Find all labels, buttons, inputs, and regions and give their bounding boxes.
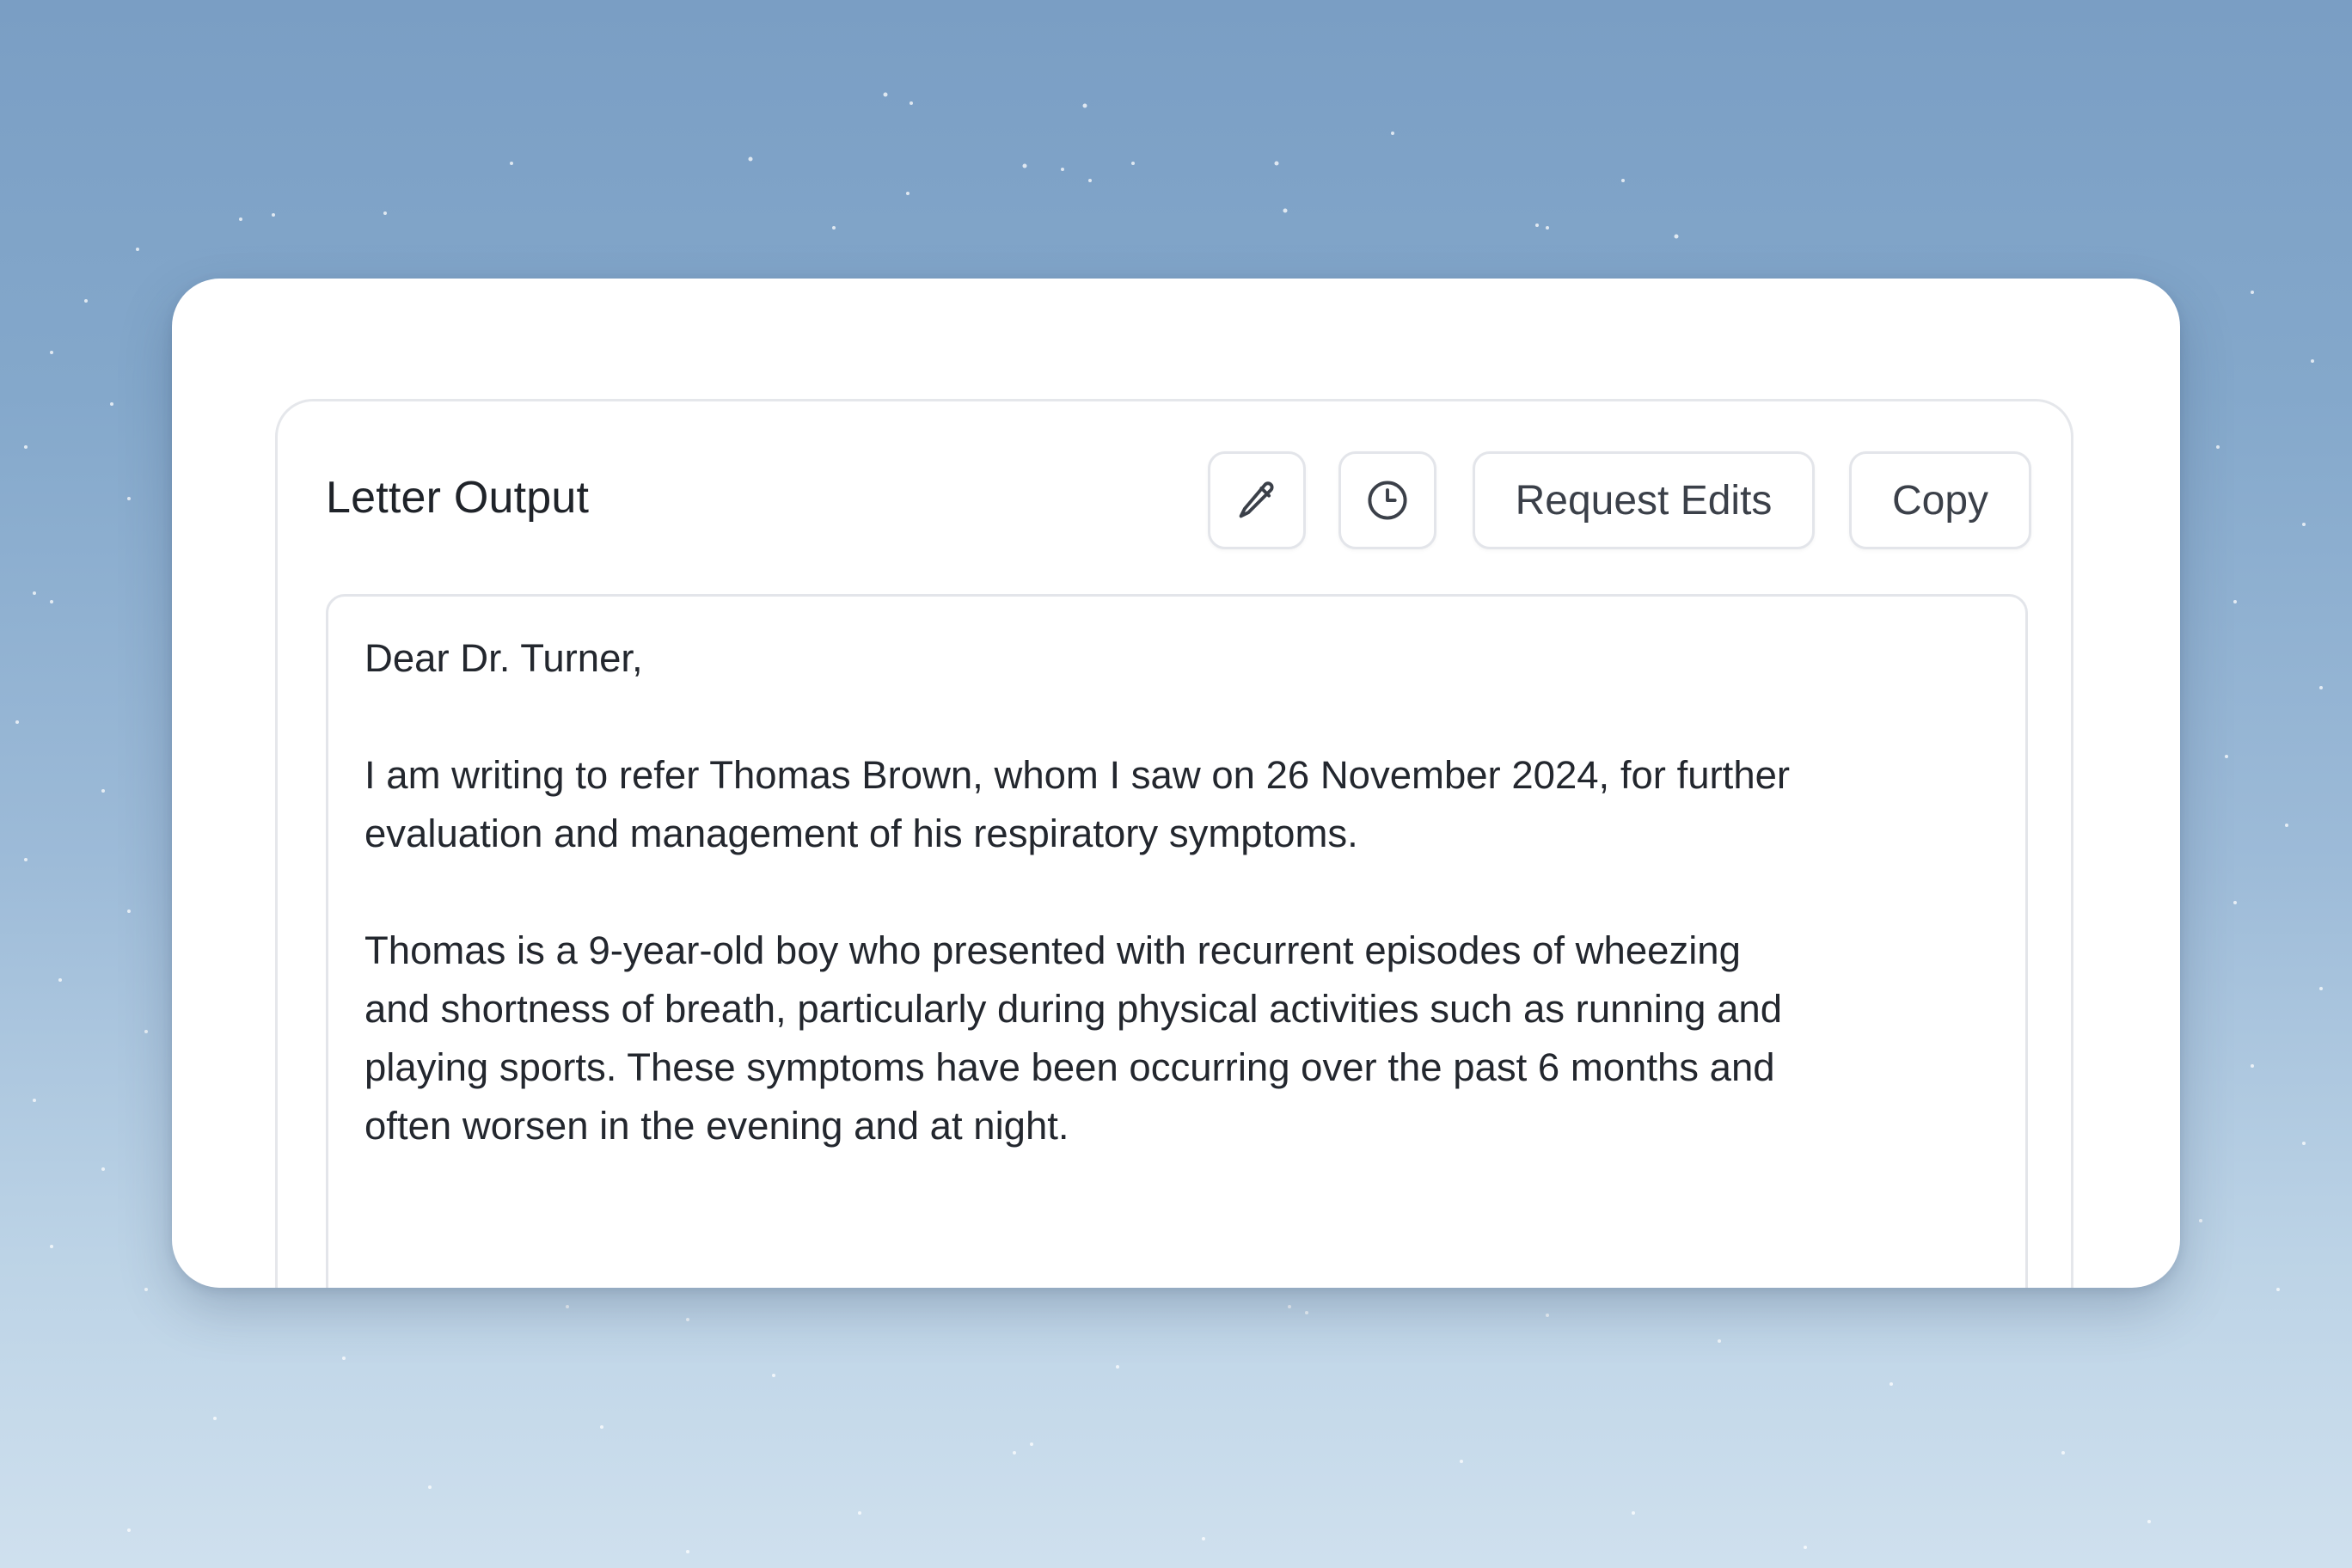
letter-line: often worsen in the evening and at night… xyxy=(364,1104,1069,1148)
request-edits-button[interactable]: Request Edits xyxy=(1473,451,1815,549)
history-button[interactable] xyxy=(1338,451,1436,549)
pencil-icon xyxy=(1239,481,1274,518)
copy-button[interactable]: Copy xyxy=(1849,451,2031,549)
edit-button[interactable] xyxy=(1208,451,1306,549)
letter-line: Thomas is a 9-year-old boy who presented… xyxy=(364,928,1741,972)
letter-text-area[interactable]: Dear Dr. Turner, I am writing to refer T… xyxy=(326,594,2028,1288)
letter-card: Letter Output Request Edits Copy Dear Dr… xyxy=(172,279,2180,1288)
letter-output-panel: Letter Output Request Edits Copy Dear Dr… xyxy=(275,399,2073,1288)
letter-line: I am writing to refer Thomas Brown, whom… xyxy=(364,753,1791,797)
letter-salutation: Dear Dr. Turner, xyxy=(364,636,643,680)
letter-line: evaluation and management of his respira… xyxy=(364,812,1358,855)
panel-title: Letter Output xyxy=(326,473,590,523)
clock-icon xyxy=(1368,481,1407,520)
letter-line: playing sports. These symptoms have been… xyxy=(364,1045,1775,1089)
letter-line: and shortness of breath, particularly du… xyxy=(364,987,1783,1031)
